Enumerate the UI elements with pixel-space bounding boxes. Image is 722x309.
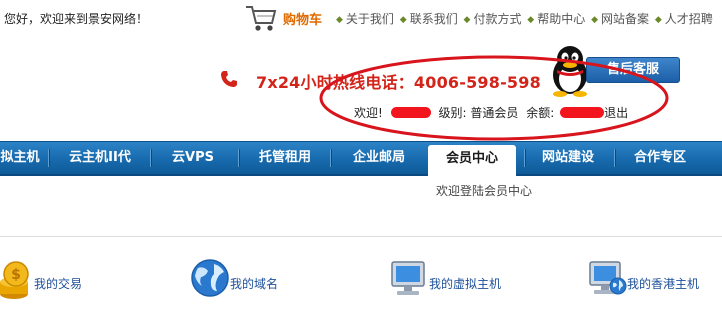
welcome-label: 欢迎!: [354, 106, 383, 120]
logout-link[interactable]: 退出: [604, 106, 628, 120]
quick-link-label: 我的交易: [34, 277, 83, 291]
shopping-cart-icon[interactable]: [244, 2, 278, 34]
greeting-text: 您好，欢迎来到景安网络！: [4, 12, 149, 26]
top-link-about[interactable]: 关于我们: [346, 12, 394, 26]
quick-link-my-hk-host[interactable]: 我的香港主机: [586, 258, 722, 302]
bullet-icon: ◆: [336, 15, 343, 25]
nav-separator: [238, 149, 240, 167]
quick-link-label: 我的香港主机: [627, 277, 700, 291]
member-center-welcome: 欢迎登陆会员中心: [436, 184, 533, 198]
nav-item-partner-zone[interactable]: 合作专区: [620, 142, 700, 174]
divider: [0, 236, 722, 237]
coins-icon: $: [0, 261, 29, 299]
nav-separator: [330, 149, 332, 167]
top-link-jobs[interactable]: 人才招聘: [665, 12, 713, 26]
level-value: 普通会员: [470, 106, 519, 120]
quick-link-my-transactions[interactable]: $ 我的交易: [0, 258, 92, 302]
bullet-icon: ◆: [654, 15, 662, 25]
nav-item-virtual-host[interactable]: 拟主机: [0, 142, 40, 174]
nav-separator: [48, 149, 50, 167]
level-label: 级别:: [438, 106, 467, 120]
after-sales-service-button[interactable]: 售后客服: [586, 57, 680, 83]
top-link-contact[interactable]: 联系我们: [410, 12, 458, 26]
svg-text:$: $: [11, 267, 21, 283]
nav-item-enterprise-mail[interactable]: 企业邮局: [338, 142, 420, 174]
globe-icon: [191, 259, 229, 297]
balance-label: 余额:: [526, 106, 555, 120]
nav-separator: [150, 149, 152, 167]
phone-icon: [221, 71, 237, 87]
bullet-icon: ◆: [591, 15, 598, 25]
nav-item-cloud-vps[interactable]: 云VPS: [158, 142, 228, 174]
quick-link-my-virtual-host[interactable]: 我的虚拟主机: [388, 258, 518, 302]
nav-separator: [524, 149, 526, 167]
top-link-icp[interactable]: 网站备案: [601, 12, 649, 26]
bullet-icon: ◆: [527, 15, 535, 25]
quick-link-label: 我的虚拟主机: [429, 277, 502, 291]
top-link-help[interactable]: 帮助中心: [537, 12, 585, 26]
redacted-balance: [560, 107, 605, 118]
bullet-icon: ◆: [399, 15, 407, 25]
nav-item-hosting[interactable]: 托管租用: [246, 142, 324, 174]
main-nav: 拟主机 云主机II代 云VPS 托管租用 企业邮局 会员中心 网站建设 合作专区: [0, 141, 722, 176]
nav-item-website-building[interactable]: 网站建设: [530, 142, 606, 174]
quick-link-my-domains[interactable]: 我的域名: [190, 258, 310, 302]
computer-icon: [391, 261, 425, 295]
top-link-payment[interactable]: 付款方式: [473, 12, 521, 26]
hotline-text: 7x24小时热线电话：4006-598-598: [256, 73, 541, 92]
redacted-username: [390, 107, 431, 118]
nav-item-member-center[interactable]: 会员中心: [428, 145, 516, 176]
quick-link-label: 我的域名: [230, 277, 279, 291]
nav-item-cloud-host-v2[interactable]: 云主机II代: [54, 142, 146, 174]
computer-globe-icon: [589, 261, 627, 295]
user-info-bar: 欢迎! 级别: 普通会员 余额: 退出: [354, 104, 628, 121]
bullet-icon: ◆: [463, 15, 471, 25]
cart-link[interactable]: 购物车: [283, 9, 322, 28]
top-links: ◆ 关于我们 ◆ 联系我们 ◆ 付款方式 ◆ 帮助中心 ◆ 网站备案 ◆ 人才招聘: [334, 10, 713, 27]
nav-separator: [614, 149, 616, 167]
